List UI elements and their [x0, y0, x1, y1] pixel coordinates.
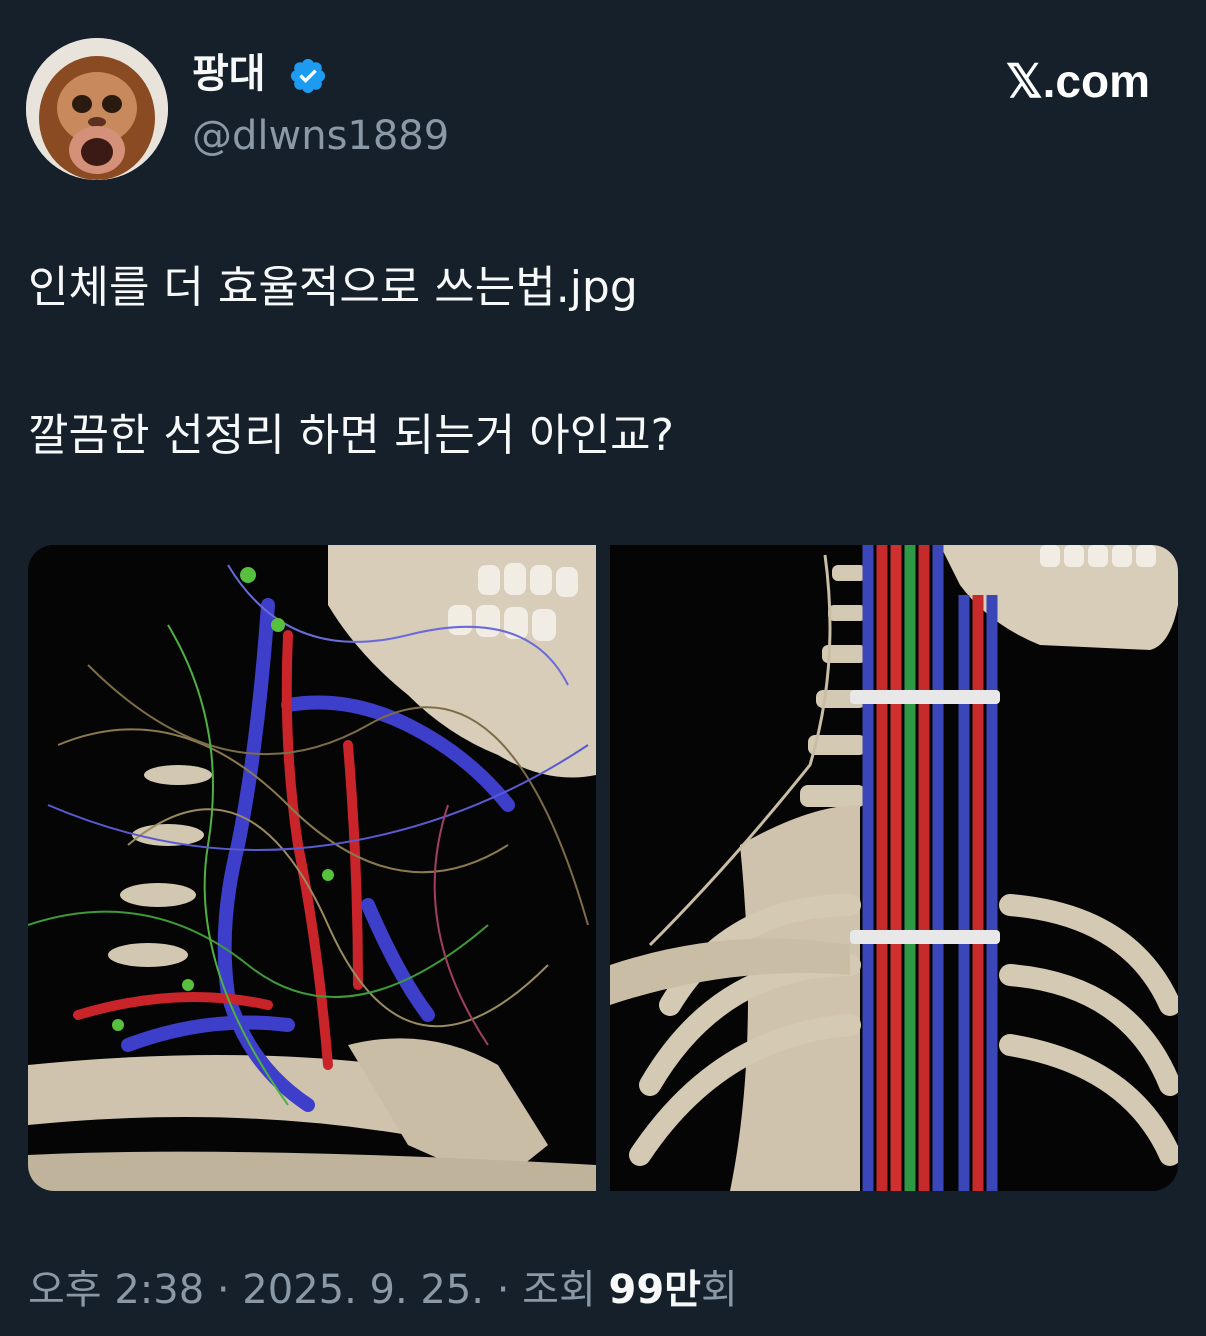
views-prefix: 조회: [522, 1267, 609, 1313]
views-suffix: 회: [700, 1267, 738, 1313]
author-handle[interactable]: @dlwns1889: [192, 116, 449, 156]
tweet-text-line-1: 인체를 더 효율적으로 쓰는법.jpg: [28, 262, 638, 313]
avatar[interactable]: [26, 38, 168, 180]
views-count: 99만: [608, 1267, 701, 1313]
separator: ·: [204, 1267, 243, 1313]
tweet-meta: 오후 2:38 · 2025. 9. 25. · 조회 99만회: [28, 1266, 738, 1314]
tweet-time[interactable]: 오후 2:38: [28, 1267, 204, 1313]
orangutan-avatar-icon: [26, 38, 168, 180]
separator: ·: [484, 1267, 523, 1313]
media-image-organized-anatomy[interactable]: [610, 545, 1178, 1191]
display-name[interactable]: 팡대: [192, 54, 266, 94]
x-com-logo: 𝕏.com: [1005, 55, 1150, 107]
media-image-tangled-anatomy[interactable]: [28, 545, 596, 1191]
tweet-text-line-2: 깔끔한 선정리 하면 되는거 아인교?: [28, 410, 675, 461]
tweet-date[interactable]: 2025. 9. 25.: [242, 1267, 484, 1313]
verified-badge-icon: [290, 58, 326, 94]
tweet-media[interactable]: [28, 545, 1178, 1191]
